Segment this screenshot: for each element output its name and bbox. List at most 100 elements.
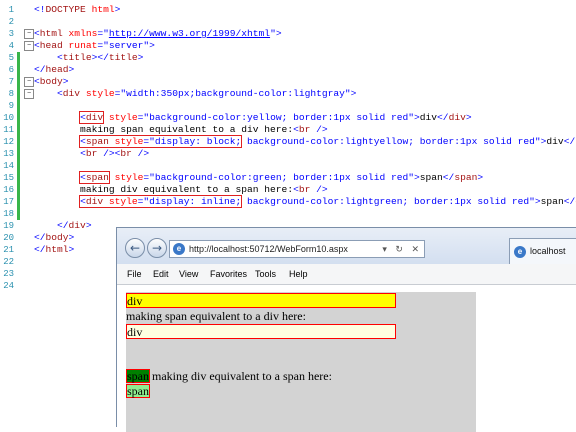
code-token: >: [114, 4, 121, 15]
line-number: 5: [8, 53, 14, 63]
line-number: 24: [3, 281, 14, 291]
code-text[interactable]: </body>: [34, 232, 74, 244]
code-token: span: [85, 136, 109, 147]
collapse-toggle-icon[interactable]: −: [24, 29, 34, 39]
code-text[interactable]: <span style="background-color:green; bor…: [34, 171, 484, 184]
code-text[interactable]: <title></title>: [34, 52, 143, 64]
collapse-toggle-icon[interactable]: −: [24, 41, 34, 51]
code-token: xmlns: [62, 28, 98, 39]
line-number: 6: [8, 65, 14, 75]
code-token: span: [454, 172, 478, 183]
collapse-toggle-icon[interactable]: −: [24, 77, 34, 87]
menu-help[interactable]: Help: [289, 264, 308, 284]
browser-tab[interactable]: e localhost: [509, 238, 576, 264]
code-text[interactable]: <head runat="server">: [34, 40, 155, 52]
code-line[interactable]: 15 <span style="background-color:green; …: [0, 171, 576, 184]
code-text[interactable]: <body>: [34, 76, 69, 88]
code-token: div: [68, 220, 86, 231]
code-token: div: [419, 112, 438, 123]
navigation-bar: ← → e http://localhost:50712/WebForm10.a…: [117, 228, 576, 264]
code-text[interactable]: </div>: [34, 220, 92, 232]
code-token: title: [62, 52, 92, 63]
code-token: br: [85, 148, 98, 159]
highlight-box: <span style="display: block;: [79, 135, 243, 148]
code-line[interactable]: 5 <title></title>: [0, 52, 576, 64]
code-token: ="display: block;: [143, 136, 242, 147]
code-token: style: [80, 88, 115, 99]
code-line[interactable]: 6 </head>: [0, 64, 576, 76]
code-token: span: [419, 172, 443, 183]
code-line[interactable]: 16 making div equivalent to a span here:…: [0, 184, 576, 196]
code-token: >: [62, 76, 69, 87]
code-token: </: [57, 220, 69, 231]
line-number: 7: [8, 77, 14, 87]
code-token: br: [298, 184, 311, 195]
code-line[interactable]: 1 <!DOCTYPE html>: [0, 4, 576, 16]
ie-tab-icon: e: [514, 246, 526, 258]
line-number: 11: [3, 125, 14, 135]
address-bar[interactable]: e http://localhost:50712/WebForm10.aspx …: [169, 240, 425, 258]
line-number: 20: [3, 233, 14, 243]
code-token: body: [45, 232, 69, 243]
code-text[interactable]: </html>: [34, 244, 74, 256]
code-line[interactable]: 8 <div style="width:350px;background-col…: [0, 88, 576, 100]
line-number: 16: [3, 185, 14, 195]
code-line[interactable]: 12 <span style="display: block; backgrou…: [0, 135, 576, 148]
menu-file[interactable]: File: [127, 264, 142, 284]
code-line[interactable]: 2: [0, 16, 576, 28]
address-url[interactable]: http://localhost:50712/WebForm10.aspx: [189, 241, 348, 257]
code-token: </: [437, 112, 449, 123]
code-token: ></: [91, 52, 109, 63]
code-text[interactable]: </head>: [34, 64, 74, 76]
code-token: div: [448, 112, 466, 123]
menu-tools[interactable]: Tools: [255, 264, 276, 284]
highlight-box: <div style="display: inline;: [79, 195, 243, 208]
highlight-box: <span: [79, 171, 110, 184]
code-line[interactable]: 18: [0, 208, 576, 220]
code-token: span: [85, 172, 109, 183]
code-text[interactable]: making div equivalent to a span here:<br…: [34, 184, 328, 196]
code-text[interactable]: <!DOCTYPE html>: [34, 4, 120, 16]
collapse-toggle-icon[interactable]: −: [24, 89, 34, 99]
code-line[interactable]: 7 <body>: [0, 76, 576, 88]
back-arrow-icon[interactable]: ←: [125, 238, 145, 258]
menu-view[interactable]: View: [179, 264, 198, 284]
address-tools-icons[interactable]: ▾ ↻ ✕: [382, 241, 422, 257]
inline-div: span: [126, 384, 150, 398]
code-token: >: [68, 244, 75, 255]
code-token: making div equivalent to a span here:: [34, 184, 294, 195]
change-marker: [17, 52, 20, 220]
menu-edit[interactable]: Edit: [153, 264, 169, 284]
code-token: ="background-color:green; border:1px sol…: [143, 172, 420, 183]
code-token: >: [477, 172, 484, 183]
forward-arrow-icon[interactable]: →: [147, 238, 167, 258]
line-number: 1: [8, 5, 14, 15]
code-line[interactable]: 3 <html xmlns="http://www.w3.org/1999/xht…: [0, 28, 576, 40]
line-number: 14: [3, 161, 14, 171]
code-text[interactable]: <div style="background-color:yellow; bor…: [34, 111, 472, 124]
code-line[interactable]: 17 <div style="display: inline; backgrou…: [0, 195, 576, 208]
code-token: >: [465, 112, 472, 123]
code-line[interactable]: 10 <div style="background-color:yellow; …: [0, 111, 576, 124]
code-token: </: [563, 136, 576, 147]
code-token: br: [120, 148, 132, 159]
code-line[interactable]: 14: [0, 160, 576, 172]
code-text[interactable]: <div style="width:350px;background-color…: [34, 88, 356, 100]
code-token: html: [45, 244, 69, 255]
code-token: style: [108, 136, 144, 147]
code-text[interactable]: <html xmlns="http://www.w3.org/1999/xhtm…: [34, 28, 282, 40]
code-line[interactable]: 13 <br /><br />: [0, 148, 576, 160]
code-line[interactable]: 4 <head runat="server">: [0, 40, 576, 52]
code-token: ="server">: [97, 40, 155, 51]
code-text[interactable]: <br /><br />: [34, 148, 149, 160]
code-text[interactable]: <span style="display: block; background-…: [34, 135, 576, 148]
code-line[interactable]: 11 making span equivalent to a div here:…: [0, 124, 576, 136]
code-line[interactable]: 9: [0, 100, 576, 112]
menu-favorites[interactable]: Favorites: [210, 264, 247, 284]
line-number: 19: [3, 221, 14, 231]
code-text[interactable]: making span equivalent to a div here:<br…: [34, 124, 328, 136]
code-token: style: [108, 172, 144, 183]
code-text[interactable]: <div style="display: inline; background-…: [34, 195, 576, 208]
